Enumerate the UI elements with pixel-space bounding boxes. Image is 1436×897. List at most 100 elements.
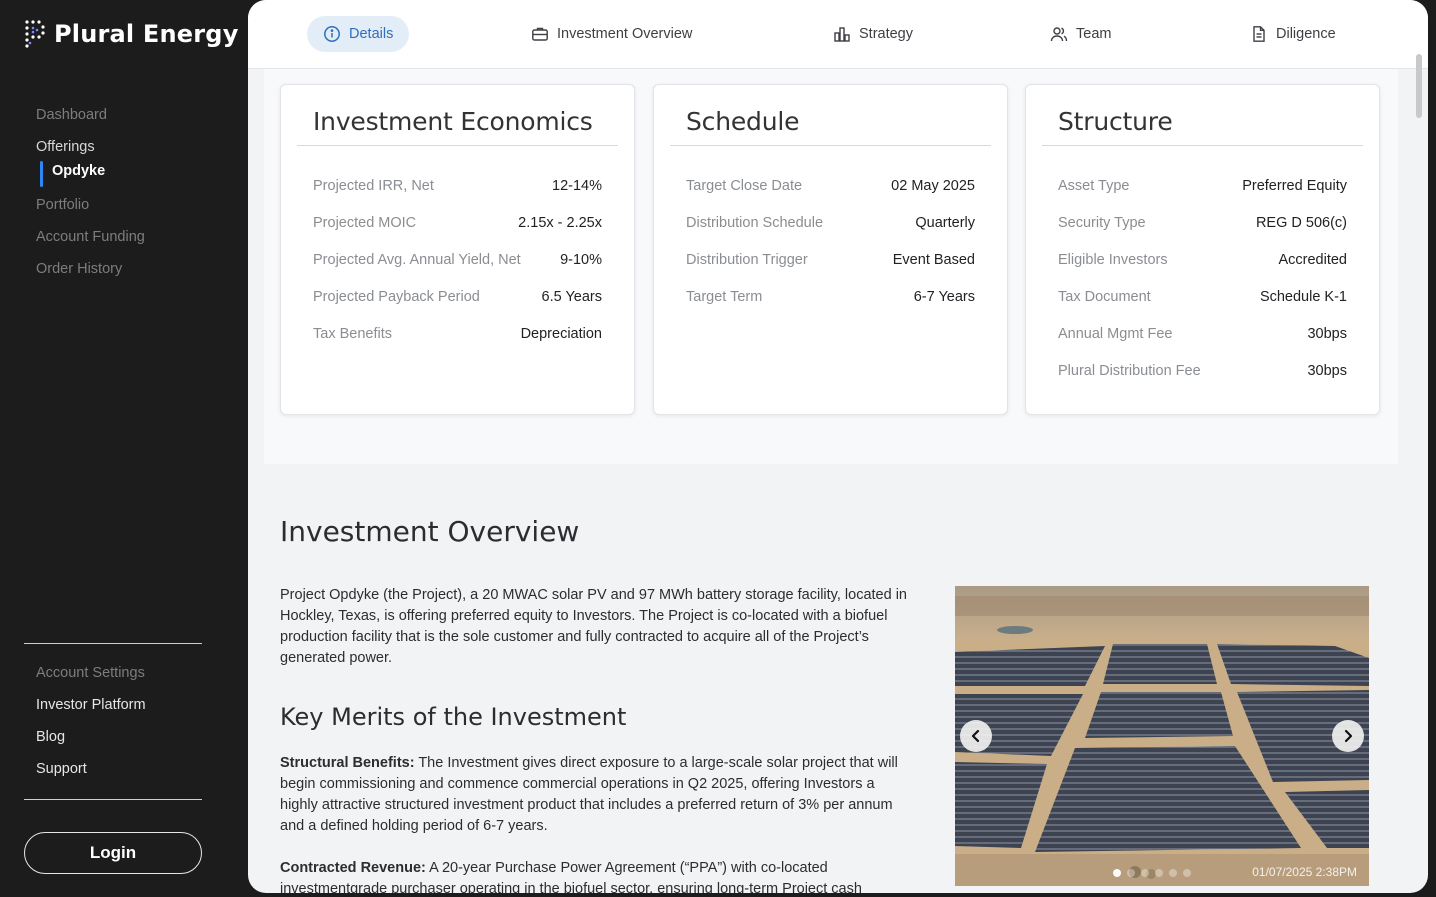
row-label: Target Term (686, 289, 763, 305)
solar-farm-image (955, 586, 1369, 886)
main-content: Details Investment Overview Strategy Tea… (248, 0, 1428, 893)
merit-structural-benefits: Structural Benefits: The Investment give… (280, 753, 915, 837)
row-value: 30bps (1307, 363, 1347, 379)
info-icon (324, 26, 340, 42)
carousel-dots (1113, 869, 1191, 877)
carousel-dot[interactable] (1169, 869, 1177, 877)
data-row: Target Close Date 02 May 2025 (686, 178, 975, 215)
row-value: Depreciation (520, 326, 602, 342)
users-icon (1050, 27, 1068, 42)
photo-timestamp: 01/07/2025 2:38PM (1252, 865, 1357, 879)
row-value: Event Based (892, 252, 975, 268)
row-value: Quarterly (915, 215, 975, 231)
brand-name: Plural Energy (54, 20, 239, 48)
tab-label: Details (349, 26, 394, 42)
sidebar-item-blog[interactable]: Blog (36, 727, 146, 759)
carousel-dot[interactable] (1113, 869, 1121, 877)
card-divider (297, 145, 618, 146)
login-button[interactable]: Login (24, 832, 202, 874)
card-divider (1042, 145, 1363, 146)
sidebar-secondary-nav: Account Settings Investor Platform Blog … (36, 663, 146, 791)
bar-chart-icon (834, 27, 850, 42)
carousel-dot[interactable] (1141, 869, 1149, 877)
merit-label: Structural Benefits: (280, 755, 415, 771)
data-row: Distribution Trigger Event Based (686, 252, 975, 289)
sidebar-item-account-funding[interactable]: Account Funding (36, 227, 145, 259)
schedule-card: Schedule Target Close Date 02 May 2025 Di… (653, 84, 1008, 415)
card-title: Structure (1058, 107, 1173, 136)
tab-strategy[interactable]: Strategy (833, 16, 913, 52)
key-merits-title: Key Merits of the Investment (280, 703, 627, 731)
data-row: Tax Document Schedule K-1 (1058, 289, 1347, 326)
data-row: Distribution Schedule Quarterly (686, 215, 975, 252)
tab-bar: Details Investment Overview Strategy Tea… (248, 0, 1428, 69)
carousel-prev-button[interactable] (960, 720, 992, 752)
row-value: 6-7 Years (913, 289, 975, 305)
row-label: Annual Mgmt Fee (1058, 326, 1173, 342)
carousel-next-button[interactable] (1332, 720, 1364, 752)
chevron-right-icon (1344, 729, 1353, 743)
row-value: 2.15x - 2.25x (518, 215, 602, 231)
sidebar-item-order-history[interactable]: Order History (36, 259, 145, 291)
row-value: 12-14% (552, 178, 602, 194)
tab-label: Investment Overview (557, 26, 693, 42)
row-label: Tax Document (1058, 289, 1151, 305)
row-value: 9-10% (560, 252, 602, 268)
carousel-dot[interactable] (1155, 869, 1163, 877)
data-row: Projected Payback Period 6.5 Years (313, 289, 602, 326)
row-value: REG D 506(c) (1255, 215, 1347, 231)
row-value: Preferred Equity (1242, 178, 1347, 194)
data-row: Projected MOIC 2.15x - 2.25x (313, 215, 602, 252)
row-label: Security Type (1058, 215, 1146, 231)
merit-contracted-revenue: Contracted Revenue: A 20-year Purchase P… (280, 858, 915, 893)
data-row: Eligible Investors Accredited (1058, 252, 1347, 289)
data-row: Security Type REG D 506(c) (1058, 215, 1347, 252)
sidebar-item-dashboard[interactable]: Dashboard (36, 105, 145, 137)
investment-economics-card: Investment Economics Projected IRR, Net 1… (280, 84, 635, 415)
row-label: Tax Benefits (313, 326, 392, 342)
sidebar-item-account-settings[interactable]: Account Settings (36, 663, 146, 695)
briefcase-icon (532, 27, 548, 41)
row-label: Projected MOIC (313, 215, 417, 231)
plural-logo-icon (25, 20, 45, 48)
scrollbar-thumb[interactable] (1416, 54, 1422, 118)
sidebar-item-portfolio[interactable]: Portfolio (36, 195, 145, 227)
tab-label: Strategy (859, 26, 913, 42)
tab-team[interactable]: Team (1050, 16, 1111, 52)
sidebar-item-support[interactable]: Support (36, 759, 146, 791)
sidebar-divider (24, 643, 202, 644)
data-row: Plural Distribution Fee 30bps (1058, 363, 1347, 400)
data-row: Asset Type Preferred Equity (1058, 178, 1347, 215)
sidebar-item-investor-platform[interactable]: Investor Platform (36, 695, 146, 727)
data-row: Target Term 6-7 Years (686, 289, 975, 326)
row-label: Asset Type (1058, 178, 1130, 194)
tab-label: Diligence (1276, 26, 1336, 42)
card-divider (670, 145, 991, 146)
tab-details[interactable]: Details (307, 16, 410, 52)
data-row: Projected Avg. Annual Yield, Net 9-10% (313, 252, 602, 289)
row-label: Eligible Investors (1058, 252, 1168, 268)
carousel-dot[interactable] (1183, 869, 1191, 877)
sidebar-divider (24, 799, 202, 800)
overview-intro: Project Opdyke (the Project), a 20 MWAC … (280, 587, 907, 666)
row-label: Distribution Schedule (686, 215, 824, 231)
row-value: 6.5 Years (541, 289, 602, 305)
card-title: Schedule (686, 107, 800, 136)
document-icon (1253, 26, 1265, 42)
structure-card: Structure Asset Type Preferred Equity Sec… (1025, 84, 1380, 415)
row-label: Projected IRR, Net (313, 178, 434, 194)
sidebar-item-opdyke[interactable]: Opdyke (36, 161, 145, 195)
investment-overview-title: Investment Overview (280, 515, 580, 548)
solar-farm-photo: 01/07/2025 2:38PM (955, 586, 1369, 886)
row-label: Projected Payback Period (313, 289, 480, 305)
row-label: Projected Avg. Annual Yield, Net (313, 252, 521, 268)
tab-label: Team (1076, 26, 1112, 42)
row-value: Accredited (1278, 252, 1347, 268)
sidebar-nav: Dashboard Offerings Opdyke Portfolio Acc… (36, 105, 145, 291)
row-value: 02 May 2025 (891, 178, 975, 194)
brand-logo[interactable]: Plural Energy (24, 18, 239, 50)
tab-diligence[interactable]: Diligence (1250, 16, 1336, 52)
carousel-dot[interactable] (1127, 869, 1135, 877)
tab-investment-overview[interactable]: Investment Overview (531, 16, 692, 52)
row-label: Target Close Date (686, 178, 803, 194)
